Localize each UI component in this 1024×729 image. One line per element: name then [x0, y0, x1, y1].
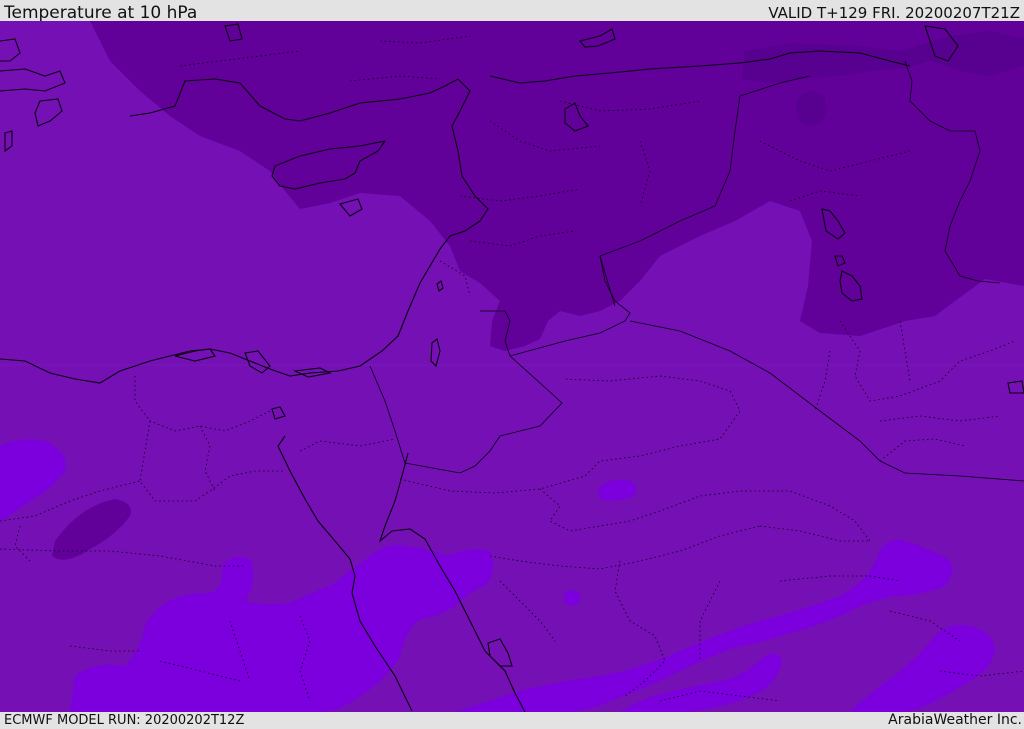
model-run: ECMWF MODEL RUN: 20200202T12Z	[4, 713, 245, 728]
credit-text: ArabiaWeather Inc.	[888, 712, 1022, 728]
header-bar: Temperature at 10 hPa VALID T+129 FRI. 2…	[0, 0, 1024, 23]
temperature-map[interactable]	[0, 21, 1024, 712]
footer-bar: ECMWF MODEL RUN: 20200202T12Z ArabiaWeat…	[0, 712, 1024, 729]
map-canvas	[0, 21, 1024, 712]
